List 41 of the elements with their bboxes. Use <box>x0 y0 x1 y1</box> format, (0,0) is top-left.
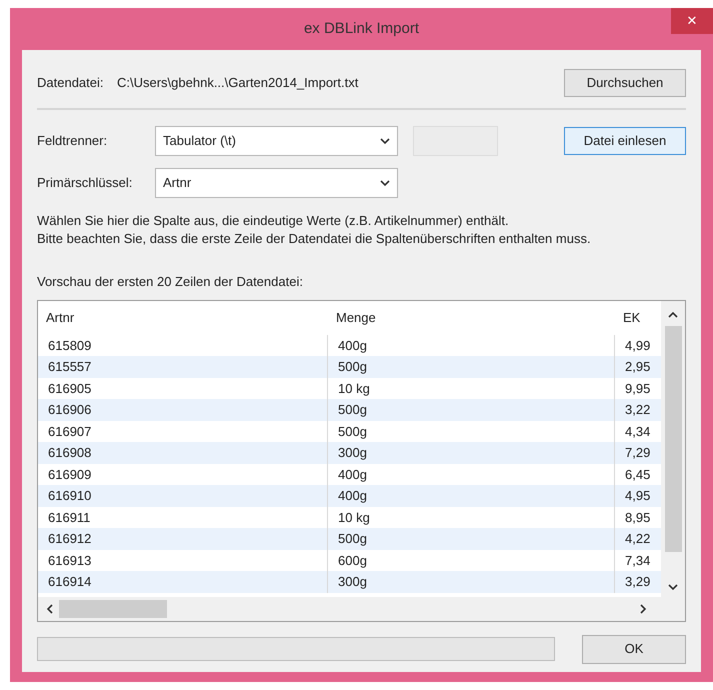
field-label: Feldtrenner: <box>37 132 108 150</box>
scroll-right-icon[interactable] <box>640 604 647 614</box>
table-cell-text: 3,22 <box>624 401 652 419</box>
window-title: ex DBLink Import <box>304 18 420 39</box>
horizontal-scrollbar[interactable] <box>38 596 685 620</box>
scroll-down-icon[interactable] <box>668 584 678 590</box>
file-path: C:\Users\gbehnk...\Garten2014_Import.txt <box>117 74 360 92</box>
separator-dropdown[interactable]: Tabulator (\t) <box>155 126 398 156</box>
table-cell-text: 4,34 <box>624 422 652 440</box>
close-button[interactable]: ✕ <box>671 8 713 34</box>
table-cell-text: 6,45 <box>624 466 652 484</box>
scrollbar-thumb[interactable] <box>59 600 167 618</box>
browse-button[interactable]: Durchsuchen <box>564 69 686 97</box>
scroll-up-icon[interactable] <box>668 310 678 318</box>
hint-text: Bitte beachten Sie, dass die erste Zeile der Datendatei die Spaltenüberschriften enthalten muss. <box>37 230 592 248</box>
hint-text: Wählen Sie hier die Spalte aus, die eindeutige Werte (z.B. Artikelnummer) enthält. <box>37 212 510 230</box>
table-cell: 616914 <box>38 571 328 592</box>
primary-key-dropdown[interactable]: Artnr <box>155 168 398 198</box>
column-header[interactable]: Artnr <box>38 308 328 328</box>
table-cell-text: 2,95 <box>624 358 652 376</box>
table-cell-text: 9,95 <box>624 380 652 398</box>
chevron-down-icon <box>380 138 390 144</box>
column-header[interactable]: Menge <box>328 308 615 328</box>
scroll-left-icon[interactable] <box>46 604 53 614</box>
table-cell-text: 3,29 <box>624 573 652 591</box>
column-header[interactable]: EK <box>615 308 661 328</box>
table-cell-text: 7,29 <box>624 444 652 462</box>
table-cell-text: 4,99 <box>624 336 652 354</box>
read-file-button[interactable]: Datei einlesen <box>564 127 686 155</box>
table-cell-text: 4,95 <box>624 487 652 505</box>
chevron-down-icon <box>380 180 390 186</box>
field-label: Datendatei: <box>37 74 104 92</box>
table-cell-text: 4,22 <box>624 530 652 548</box>
ok-button[interactable]: OK <box>582 634 686 664</box>
vertical-scrollbar[interactable] <box>661 300 685 596</box>
scrollbar-thumb[interactable] <box>664 326 682 552</box>
table-cell: 300g <box>328 571 615 592</box>
table-cell-text: 7,34 <box>624 552 652 570</box>
preview-label: Vorschau der ersten 20 Zeilen der Datendatei: <box>37 273 304 291</box>
field-label: Primärschlüssel: <box>37 174 134 192</box>
table-cell-text: 8,95 <box>624 508 652 526</box>
